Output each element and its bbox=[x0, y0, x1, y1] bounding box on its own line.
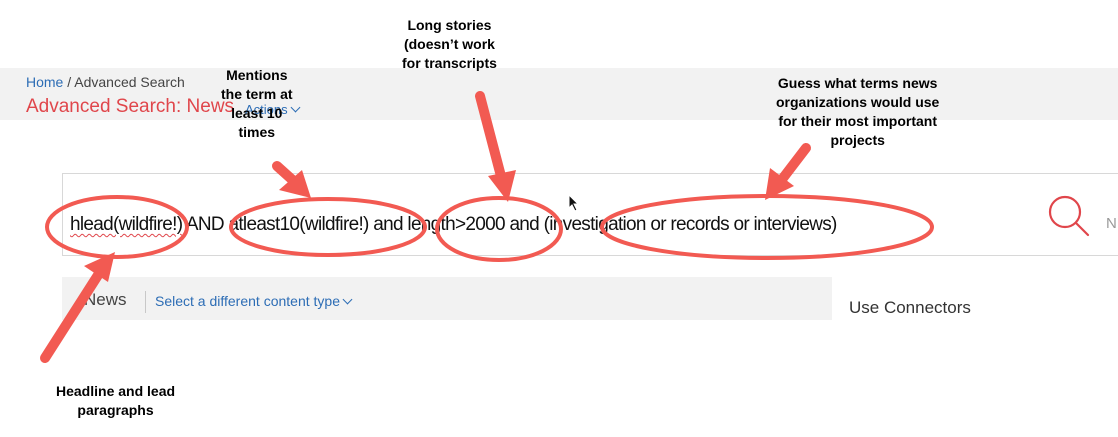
annotation-note-headline: Headline and lead paragraphs bbox=[56, 382, 175, 420]
breadcrumb: Home / Advanced Search bbox=[26, 74, 185, 90]
annotation-line: the term at bbox=[221, 86, 293, 102]
annotation-line: paragraphs bbox=[77, 402, 154, 418]
annotation-line: projects bbox=[830, 132, 885, 148]
annotation-line: Long stories bbox=[407, 17, 492, 33]
content-type-divider bbox=[145, 291, 146, 313]
annotation-note-length: Long stories (doesn’t work for transcrip… bbox=[402, 16, 497, 73]
select-content-type-link[interactable]: Select a different content type bbox=[155, 293, 353, 309]
annotation-line: least 10 bbox=[231, 105, 283, 121]
select-content-type-label: Select a different content type bbox=[155, 293, 340, 309]
query-term-atleast: atleast10(wildfire!) bbox=[228, 214, 369, 235]
annotation-note-terms: Guess what terms news organizations woul… bbox=[776, 74, 939, 150]
content-type-label: News bbox=[84, 290, 127, 309]
query-connector-and: and bbox=[368, 214, 408, 235]
chevron-down-icon bbox=[342, 294, 353, 305]
breadcrumb-home-link[interactable]: Home bbox=[26, 74, 63, 90]
annotation-line: for transcripts bbox=[402, 55, 497, 71]
mouse-cursor-icon bbox=[568, 194, 580, 212]
annotation-note-atleast: Mentions the term at least 10 times bbox=[221, 66, 293, 142]
annotation-line: (doesn’t work bbox=[403, 36, 495, 52]
annotation-line: Mentions bbox=[226, 67, 288, 83]
page-title: Advanced Search: News bbox=[26, 96, 235, 117]
use-connectors-heading: Use Connectors bbox=[849, 298, 971, 317]
search-button[interactable] bbox=[1046, 194, 1092, 238]
search-side-label: N bbox=[1106, 215, 1117, 232]
breadcrumb-current: Advanced Search bbox=[74, 74, 185, 90]
annotation-line: Guess what terms news bbox=[777, 75, 938, 91]
query-term-group: (investigation or records or interviews) bbox=[543, 214, 838, 235]
query-connector-and: and bbox=[504, 214, 544, 235]
breadcrumb-separator: / bbox=[63, 74, 75, 90]
annotation-line: for their most important bbox=[778, 113, 938, 129]
query-term-length: length>2000 bbox=[407, 214, 505, 235]
annotation-line: organizations would use bbox=[776, 94, 940, 110]
query-term-hlead: hlead(wildfire!) bbox=[70, 214, 183, 235]
search-query-text[interactable]: hlead(wildfire!) AND atleast10(wildfire!… bbox=[70, 214, 837, 236]
annotation-line: Headline and lead bbox=[56, 383, 176, 399]
search-icon bbox=[1048, 195, 1090, 237]
query-connector-and: AND bbox=[182, 214, 229, 235]
annotation-line: times bbox=[238, 124, 276, 140]
